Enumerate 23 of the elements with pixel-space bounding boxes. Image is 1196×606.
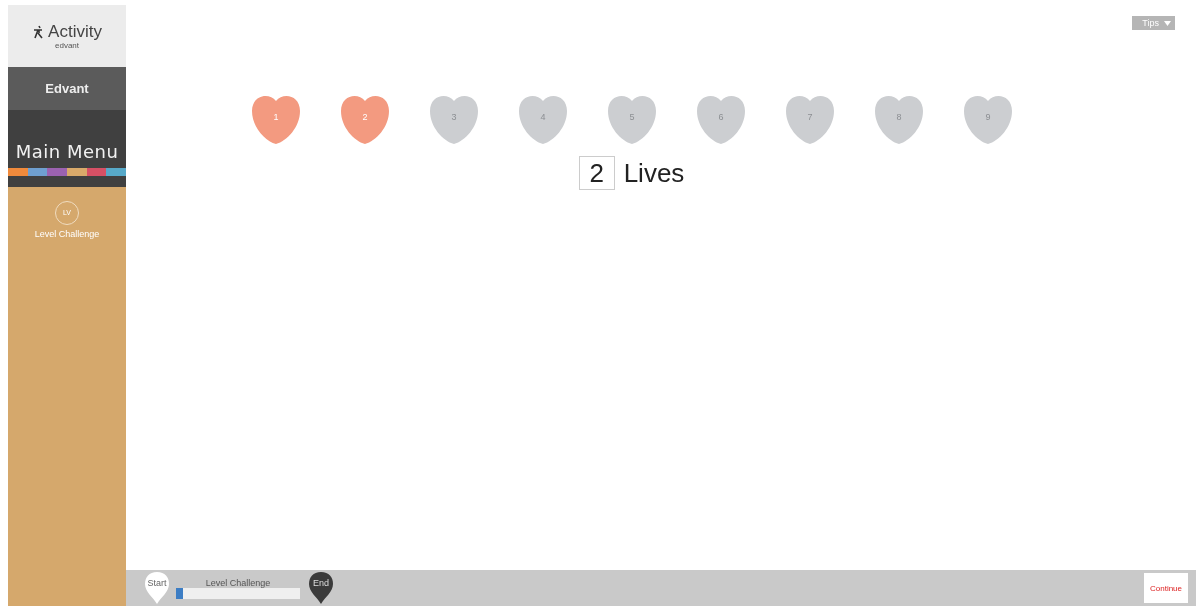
heart-number: 8 [895, 112, 903, 122]
heart-number: 5 [628, 112, 636, 122]
lives-label: Lives [623, 157, 685, 189]
sidebar-item-label: Level Challenge [34, 229, 100, 239]
lives-count: 2 [578, 156, 615, 190]
progress-label: Level Challenge [205, 577, 271, 588]
start-label: Start [146, 578, 168, 588]
caret-icon [1164, 20, 1171, 26]
heart-number: 7 [806, 112, 814, 122]
logo-title: Activity [48, 22, 102, 42]
end-label: End [312, 578, 330, 588]
heart-number: 6 [717, 112, 725, 122]
menu-title: Main Menu [14, 141, 120, 162]
map-pin-icon [308, 571, 334, 605]
brand-label: Edvant [8, 67, 126, 110]
heart-number: 9 [984, 112, 992, 122]
heart-number: 2 [361, 112, 369, 122]
running-figure-icon [32, 25, 45, 39]
tips-button[interactable]: Tips [1132, 16, 1175, 30]
logo-subtitle: edvant [55, 41, 79, 50]
heart-number: 1 [272, 112, 280, 122]
map-pin-icon [144, 571, 170, 605]
footer-logo: Continue [1144, 573, 1188, 603]
